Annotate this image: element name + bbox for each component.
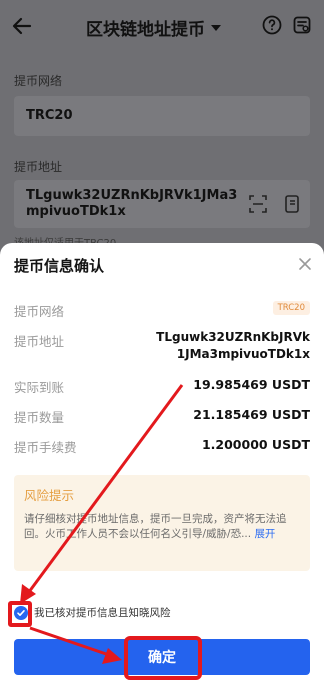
sheet-title: 提币信息确认 [14, 257, 105, 275]
close-icon[interactable] [297, 256, 313, 272]
address-label: 提币地址 [14, 160, 63, 174]
row-fee-label: 提币手续费 [14, 440, 77, 455]
caret-down-icon [211, 25, 221, 31]
row-address-value: TLguwk32UZRnKbJRVk1JMa3mpivuoTDk1x [156, 330, 310, 361]
address-value: TLguwk32UZRnKbJRVk1JMa3mpivuoTDk1x [26, 188, 238, 219]
page-title-dropdown[interactable]: 区块链地址提币 [86, 14, 221, 40]
row-amount-value: 21.185469 USDT [193, 407, 310, 422]
risk-expand-link[interactable]: 展开 [254, 528, 275, 540]
row-address-label: 提币地址 [14, 334, 65, 349]
top-bar: 区块链地址提币 [0, 0, 324, 56]
address-book-icon[interactable] [284, 195, 300, 213]
row-received-label: 实际到账 [14, 380, 65, 395]
confirm-sheet: 提币信息确认 提币网络 TRC20 提币地址 TLguwk32UZRnKbJRV… [0, 243, 324, 684]
network-label: 提币网络 [14, 74, 63, 88]
network-badge: TRC20 [272, 301, 310, 315]
highlight-box-checkbox [8, 601, 32, 627]
row-network-label: 提币网络 [14, 304, 65, 319]
scan-icon[interactable] [249, 195, 267, 213]
risk-body: 请仔细核对提币地址信息，提币一旦完成，资产将无法追回。火币工作人员不会以任何名义… [24, 513, 287, 540]
row-fee-value: 1.200000 USDT [201, 437, 310, 452]
highlight-box-confirm [124, 636, 202, 680]
agree-checkbox-row[interactable]: 我已核对提币信息且知晓风险 [14, 605, 171, 620]
record-icon[interactable] [292, 15, 312, 35]
help-circle-icon[interactable] [262, 15, 282, 35]
page-title: 区块链地址提币 [86, 19, 205, 40]
back-arrow-icon[interactable] [10, 14, 34, 38]
row-received-value: 19.985469 USDT [193, 377, 310, 392]
network-value: TRC20 [26, 108, 73, 123]
row-amount-label: 提币数量 [14, 410, 65, 425]
risk-notice: 风险提示 请仔细核对提币地址信息，提币一旦完成，资产将无法追回。火币工作人员不会… [14, 475, 310, 571]
network-select[interactable]: TRC20 [14, 96, 310, 136]
agree-label: 我已核对提币信息且知晓风险 [34, 607, 171, 619]
risk-title: 风险提示 [24, 488, 75, 503]
risk-text: 请仔细核对提币地址信息，提币一旦完成，资产将无法追回。火币工作人员不会以任何名义… [24, 512, 296, 542]
